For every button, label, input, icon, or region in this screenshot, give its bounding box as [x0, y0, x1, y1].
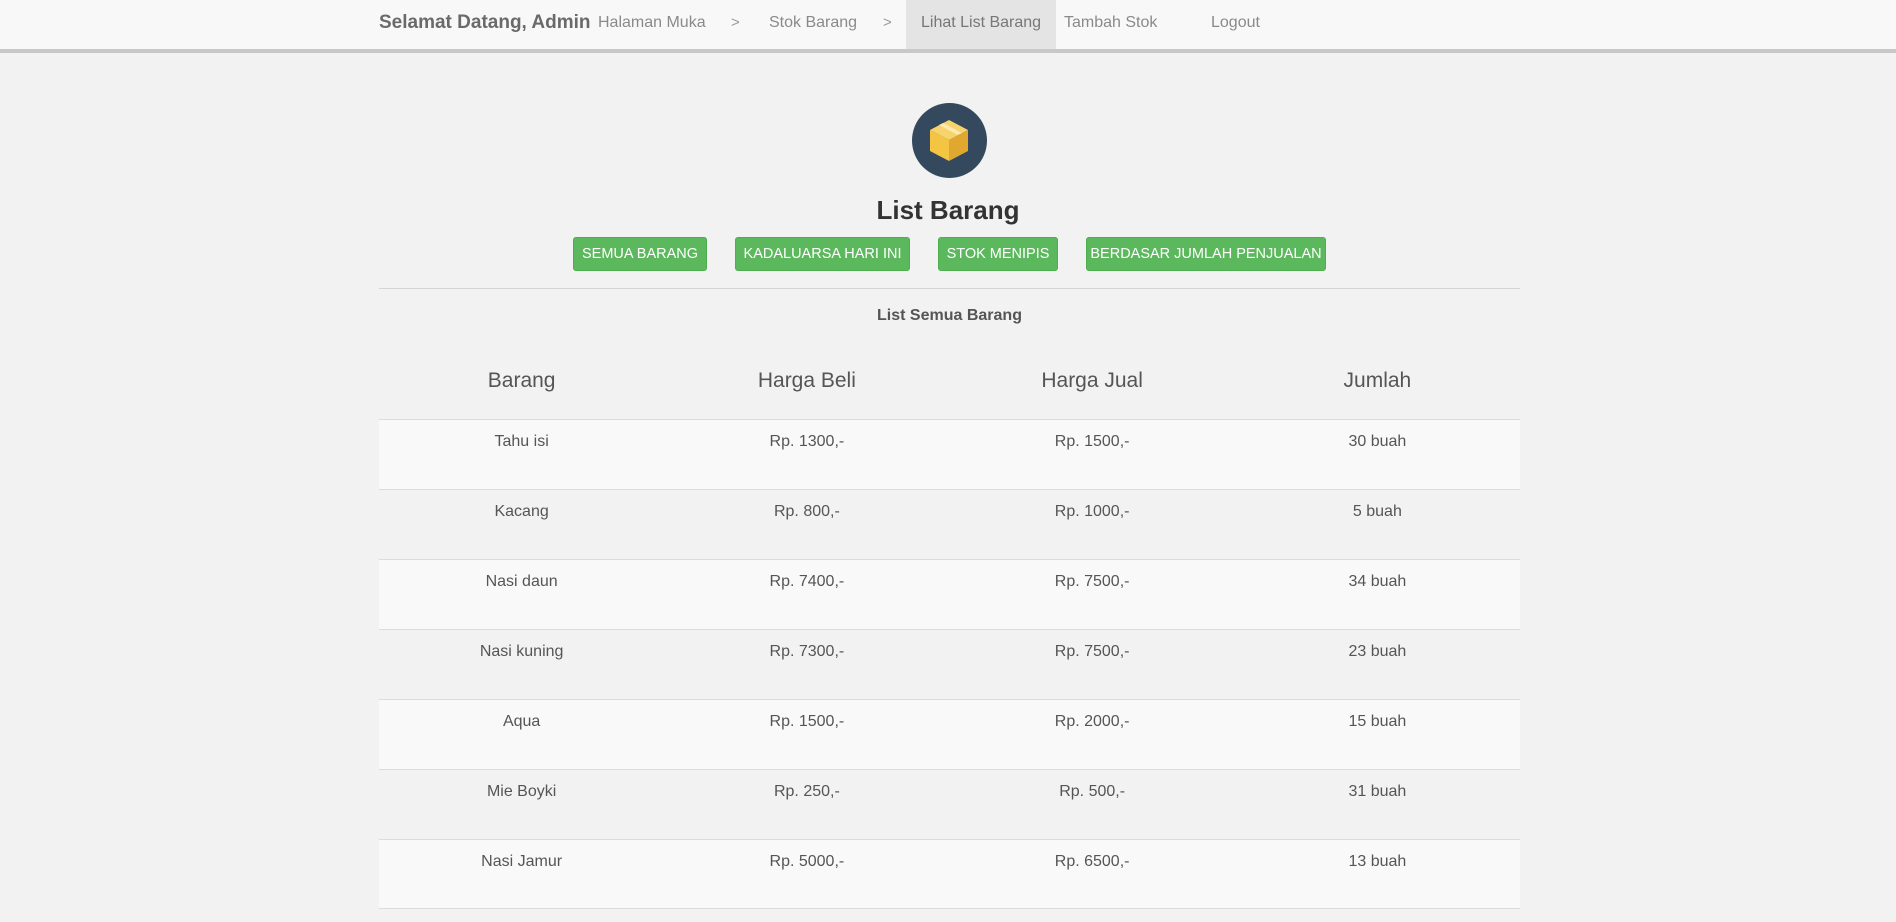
page-title: List Barang [876, 195, 1020, 225]
cell-barang: Nasi Jamur [481, 853, 563, 870]
cell-barang: Kacang [494, 503, 549, 520]
cell-harga-jual: Rp. 1000,- [1054, 503, 1130, 520]
cell-harga-beli: Rp. 1300,- [769, 433, 845, 450]
brand-title: Selamat Datang, Admin [379, 12, 591, 33]
divider [379, 288, 1520, 289]
top-navbar: Selamat Datang, Admin Halaman Muka > Sto… [0, 0, 1896, 53]
cell-barang: Nasi daun [485, 573, 558, 590]
cell-barang: Tahu isi [494, 433, 549, 450]
cell-jumlah: 30 buah [1348, 433, 1407, 450]
cell-harga-beli: Rp. 250,- [773, 783, 840, 800]
table-body: Tahu isi Rp. 1300,- Rp. 1500,- 30 buah K… [379, 419, 1520, 909]
table-row: Mie Boyki Rp. 250,- Rp. 500,- 31 buah [379, 769, 1520, 839]
cell-harga-beli: Rp. 800,- [773, 503, 840, 520]
cell-barang: Nasi kuning [479, 643, 564, 660]
breadcrumb-separator: > [731, 14, 740, 31]
table-row: Kacang Rp. 800,- Rp. 1000,- 5 buah [379, 489, 1520, 559]
column-header-harga-beli: Harga Beli [757, 368, 856, 392]
cell-harga-jual: Rp. 6500,- [1054, 853, 1130, 870]
cell-jumlah: 13 buah [1348, 853, 1407, 870]
items-table: Barang Harga Beli Harga Jual Jumlah Tahu… [379, 342, 1520, 909]
cell-harga-jual: Rp. 7500,- [1054, 643, 1130, 660]
breadcrumb-separator: > [883, 14, 892, 31]
cell-harga-beli: Rp. 7300,- [769, 643, 845, 660]
cell-jumlah: 31 buah [1348, 783, 1407, 800]
table-row: Nasi daun Rp. 7400,- Rp. 7500,- 34 buah [379, 559, 1520, 629]
nav-item-stok-barang[interactable]: Stok Barang [754, 0, 872, 49]
table-row: Tahu isi Rp. 1300,- Rp. 1500,- 30 buah [379, 419, 1520, 489]
cell-barang: Mie Boyki [486, 783, 557, 800]
table-row: Aqua Rp. 1500,- Rp. 2000,- 15 buah [379, 699, 1520, 769]
cell-jumlah: 23 buah [1348, 643, 1407, 660]
cell-jumlah: 34 buah [1348, 573, 1407, 590]
cell-harga-jual: Rp. 500,- [1059, 783, 1126, 800]
cell-harga-jual: Rp. 1500,- [1054, 433, 1130, 450]
cell-jumlah: 15 buah [1348, 713, 1407, 730]
cell-harga-jual: Rp. 7500,- [1054, 573, 1130, 590]
nav-item-halaman-muka[interactable]: Halaman Muka [583, 0, 721, 49]
cell-harga-beli: Rp. 7400,- [769, 573, 845, 590]
column-header-barang: Barang [487, 368, 556, 392]
table-header: Barang Harga Beli Harga Jual Jumlah [379, 342, 1520, 419]
list-caption: List Semua Barang [877, 307, 1022, 324]
filter-kadaluarsa-button[interactable]: KADALUARSA HARI INI [735, 237, 910, 271]
nav-item-logout[interactable]: Logout [1196, 0, 1275, 49]
nav-item-lihat-list-barang[interactable]: Lihat List Barang [906, 0, 1057, 49]
package-box-icon [912, 103, 987, 178]
cell-jumlah: 5 buah [1352, 503, 1402, 520]
cell-harga-jual: Rp. 2000,- [1054, 713, 1130, 730]
table-row: Nasi Jamur Rp. 5000,- Rp. 6500,- 13 buah [379, 839, 1520, 909]
filter-jumlah-penjualan-button[interactable]: BERDASAR JUMLAH PENJUALAN [1086, 237, 1326, 271]
column-header-harga-jual: Harga Jual [1041, 368, 1143, 392]
table-row: Nasi kuning Rp. 7300,- Rp. 7500,- 23 bua… [379, 629, 1520, 699]
nav-item-tambah-stok[interactable]: Tambah Stok [1049, 0, 1172, 49]
filter-stok-menipis-button[interactable]: STOK MENIPIS [938, 237, 1058, 271]
cell-barang: Aqua [502, 713, 541, 730]
column-header-jumlah: Jumlah [1343, 368, 1412, 392]
filter-semua-barang-button[interactable]: SEMUA BARANG [573, 237, 707, 271]
cell-harga-beli: Rp. 5000,- [769, 853, 845, 870]
cell-harga-beli: Rp. 1500,- [769, 713, 845, 730]
